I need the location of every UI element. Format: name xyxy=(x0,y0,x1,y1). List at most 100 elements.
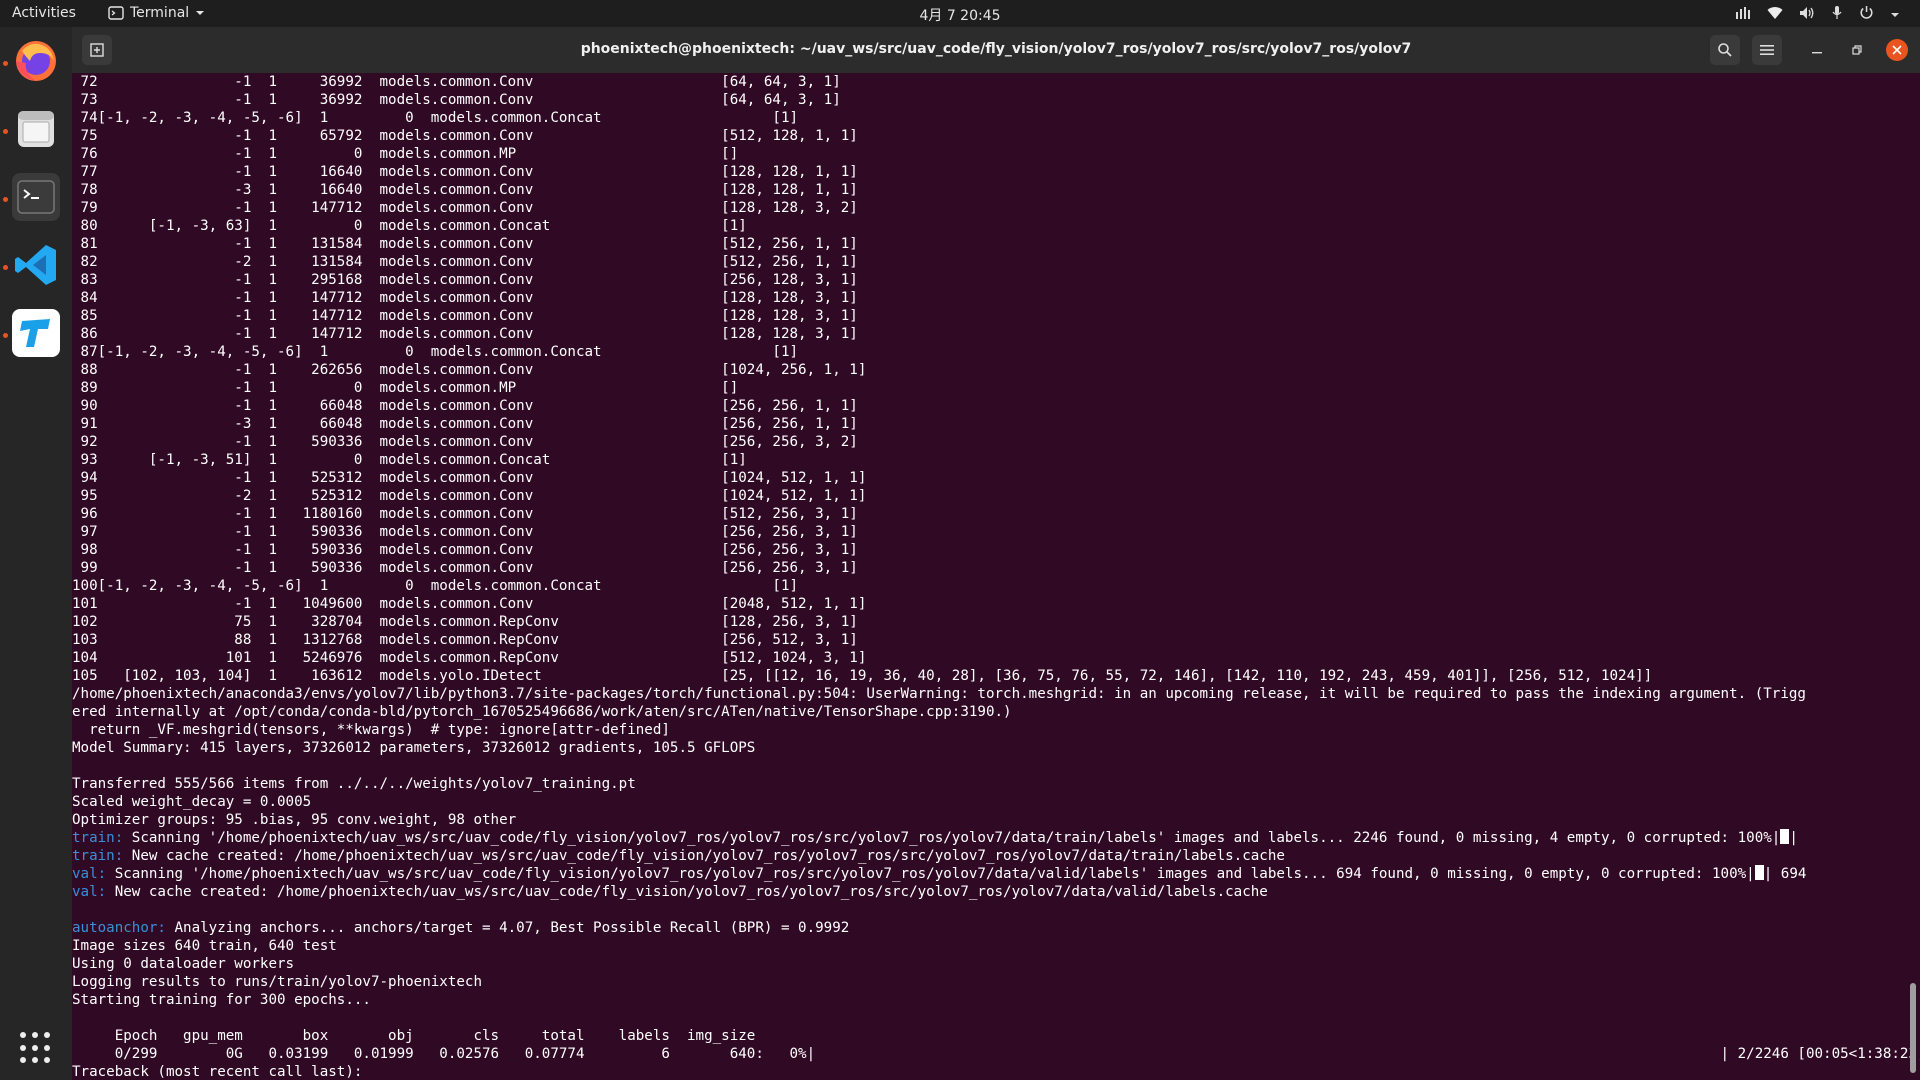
terminal-line: 93 [-1, -3, 51] 1 0 models.common.Concat… xyxy=(72,451,1920,469)
maximize-button[interactable] xyxy=(1846,39,1868,61)
terminal-line: 88 -1 1 262656 models.common.Conv [1024,… xyxy=(72,361,1920,379)
terminal-line: 81 -1 1 131584 models.common.Conv [512, … xyxy=(72,235,1920,253)
system-menu-chevron-icon[interactable] xyxy=(1890,7,1900,23)
terminal-icon xyxy=(108,6,124,20)
line-prefix: val: xyxy=(72,866,107,882)
window-title: phoenixtech@phoenixtech: ~/uav_ws/src/ua… xyxy=(580,41,1412,57)
terminal-line: 97 -1 1 590336 models.common.Conv [256, … xyxy=(72,523,1920,541)
terminal-line: 90 -1 1 66048 models.common.Conv [256, 2… xyxy=(72,397,1920,415)
dock-vscode[interactable] xyxy=(12,241,60,289)
terminal-line: Optimizer groups: 95 .bias, 95 conv.weig… xyxy=(72,811,1920,829)
terminal-line: 92 -1 1 590336 models.common.Conv [256, … xyxy=(72,433,1920,451)
line-text: 83 -1 1 295168 models.common.Conv [256, … xyxy=(72,272,858,288)
vscode-icon xyxy=(15,245,56,285)
terminal-line: 0/299 0G 0.03199 0.01999 0.02576 0.07774… xyxy=(72,1045,1920,1063)
terminal-window: phoenixtech@phoenixtech: ~/uav_ws/src/ua… xyxy=(72,27,1920,1080)
line-prefix: autoanchor: xyxy=(72,920,166,936)
line-text: 97 -1 1 590336 models.common.Conv [256, … xyxy=(72,524,858,540)
line-text: 86 -1 1 147712 models.common.Conv [128, … xyxy=(72,326,858,342)
line-text: ered internally at /opt/conda/conda-bld/… xyxy=(72,704,1012,720)
minimize-icon xyxy=(1812,52,1822,54)
dock-firefox[interactable] xyxy=(12,37,60,85)
line-text: 80 [-1, -3, 63] 1 0 models.common.Concat… xyxy=(72,218,747,234)
line-text: 77 -1 1 16640 models.common.Conv [128, 1… xyxy=(72,164,858,180)
dock-terminal[interactable] xyxy=(12,173,60,221)
terminal-line: Starting training for 300 epochs... xyxy=(72,991,1920,1009)
line-text: 105 [102, 103, 104] 1 163612 models.yolo… xyxy=(72,668,1653,684)
terminal-line: 99 -1 1 590336 models.common.Conv [256, … xyxy=(72,559,1920,577)
terminal-line: 80 [-1, -3, 63] 1 0 models.common.Concat… xyxy=(72,217,1920,235)
line-text: 102 75 1 328704 models.common.RepConv [1… xyxy=(72,614,858,630)
line-suffix: | xyxy=(1789,830,1798,846)
line-text: 72 -1 1 36992 models.common.Conv [64, 64… xyxy=(72,74,841,90)
terminal-line: 89 -1 1 0 models.common.MP [] xyxy=(72,379,1920,397)
running-indicator xyxy=(3,265,8,270)
close-button[interactable] xyxy=(1886,39,1908,61)
terminal-line: Scaled weight_decay = 0.0005 xyxy=(72,793,1920,811)
line-text: Scanning '/home/phoenixtech/uav_ws/src/u… xyxy=(106,866,1755,882)
line-text: Scaled weight_decay = 0.0005 xyxy=(72,794,312,810)
volume-icon[interactable] xyxy=(1799,6,1815,24)
line-text: 104 101 1 5246976 models.common.RepConv … xyxy=(72,650,867,666)
line-text: 93 [-1, -3, 51] 1 0 models.common.Concat… xyxy=(72,452,747,468)
line-text: 84 -1 1 147712 models.common.Conv [128, … xyxy=(72,290,858,306)
system-tray[interactable] xyxy=(1735,5,1900,24)
wifi-icon[interactable] xyxy=(1767,6,1783,24)
menu-button[interactable] xyxy=(1752,35,1782,65)
terminal-line: val: Scanning '/home/phoenixtech/uav_ws/… xyxy=(72,865,1920,883)
show-applications-icon[interactable] xyxy=(20,1032,52,1064)
line-text: /home/phoenixtech/anaconda3/envs/yolov7/… xyxy=(72,686,1806,702)
running-indicator xyxy=(3,129,8,134)
line-text: Using 0 dataloader workers xyxy=(72,956,295,972)
microphone-icon[interactable] xyxy=(1831,5,1843,24)
line-text: 101 -1 1 1049600 models.common.Conv [204… xyxy=(72,596,867,612)
terminal-line: Using 0 dataloader workers xyxy=(72,955,1920,973)
progress-block xyxy=(1780,829,1790,844)
terminal-line: 79 -1 1 147712 models.common.Conv [128, … xyxy=(72,199,1920,217)
line-text: New cache created: /home/phoenixtech/uav… xyxy=(123,848,1285,864)
terminal-output[interactable]: 72 -1 1 36992 models.common.Conv [64, 64… xyxy=(72,73,1920,1080)
terminal-line: 98 -1 1 590336 models.common.Conv [256, … xyxy=(72,541,1920,559)
line-text: Logging results to runs/train/yolov7-pho… xyxy=(72,974,482,990)
line-text: 88 -1 1 262656 models.common.Conv [1024,… xyxy=(72,362,867,378)
chevron-down-icon xyxy=(196,11,205,15)
terminal-line: 96 -1 1 1180160 models.common.Conv [512,… xyxy=(72,505,1920,523)
progress-block xyxy=(1754,865,1764,880)
line-text: 98 -1 1 590336 models.common.Conv [256, … xyxy=(72,542,858,558)
running-indicator xyxy=(3,333,8,338)
dock xyxy=(0,27,72,1080)
close-icon xyxy=(1892,45,1902,55)
minimize-button[interactable] xyxy=(1806,39,1828,61)
hamburger-menu-icon xyxy=(1760,45,1774,55)
line-text: Optimizer groups: 95 .bias, 95 conv.weig… xyxy=(72,812,517,828)
search-button[interactable] xyxy=(1710,35,1740,65)
clock[interactable]: 4月 7 20:45 xyxy=(919,8,1000,24)
dock-files[interactable] xyxy=(12,105,60,153)
terminal-line: 77 -1 1 16640 models.common.Conv [128, 1… xyxy=(72,163,1920,181)
app-icon xyxy=(20,319,50,347)
line-text: 87[-1, -2, -3, -4, -5, -6] 1 0 models.co… xyxy=(72,344,799,360)
line-text: Image sizes 640 train, 640 test xyxy=(72,938,337,954)
terminal-line: 104 101 1 5246976 models.common.RepConv … xyxy=(72,649,1920,667)
line-suffix: | 694 xyxy=(1763,866,1807,882)
line-text: 92 -1 1 590336 models.common.Conv [256, … xyxy=(72,434,858,450)
app-menu[interactable]: Terminal xyxy=(108,5,205,21)
line-text: 79 -1 1 147712 models.common.Conv [128, … xyxy=(72,200,858,216)
terminal-line: 105 [102, 103, 104] 1 163612 models.yolo… xyxy=(72,667,1920,685)
network-monitor-icon[interactable] xyxy=(1735,6,1751,24)
line-text: 82 -2 1 131584 models.common.Conv [512, … xyxy=(72,254,858,270)
line-text: 95 -2 1 525312 models.common.Conv [1024,… xyxy=(72,488,867,504)
line-text: Transferred 555/566 items from ../../../… xyxy=(72,776,636,792)
scrollbar[interactable] xyxy=(1910,983,1916,1073)
line-text: New cache created: /home/phoenixtech/uav… xyxy=(106,884,1268,900)
dock-app[interactable] xyxy=(12,309,60,357)
app-menu-label: Terminal xyxy=(130,5,190,21)
terminal-line: 75 -1 1 65792 models.common.Conv [512, 1… xyxy=(72,127,1920,145)
terminal-line: 72 -1 1 36992 models.common.Conv [64, 64… xyxy=(72,73,1920,91)
activities-button[interactable]: Activities xyxy=(12,5,76,21)
title-bar[interactable]: phoenixtech@phoenixtech: ~/uav_ws/src/ua… xyxy=(72,27,1920,73)
line-text: 100[-1, -2, -3, -4, -5, -6] 1 0 models.c… xyxy=(72,578,799,594)
power-icon[interactable] xyxy=(1859,5,1874,24)
